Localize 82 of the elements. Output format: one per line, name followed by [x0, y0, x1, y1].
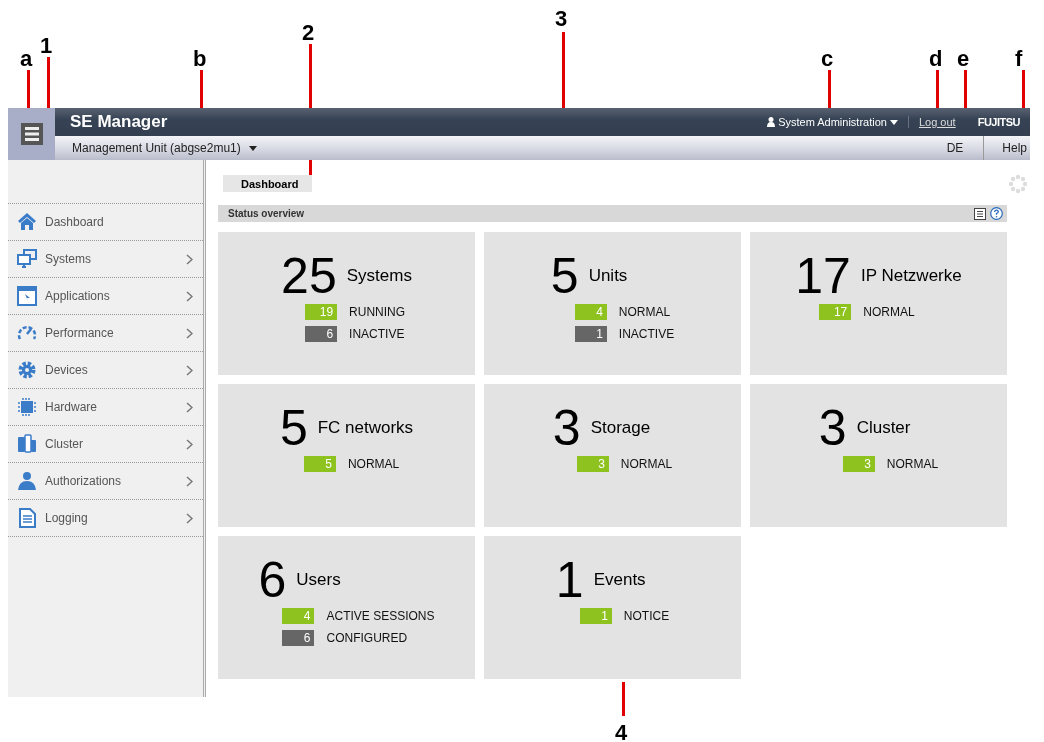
callout-label: 2	[302, 20, 315, 46]
menu-icon[interactable]	[20, 123, 43, 145]
status-label: ACTIVE SESSIONS	[326, 609, 435, 623]
leader-line	[622, 682, 625, 716]
app-title: SE Manager	[70, 112, 169, 132]
tile-title: Events	[593, 570, 646, 590]
window-icon	[16, 285, 38, 307]
status-count: 5	[303, 456, 336, 472]
status-label: NORMAL	[620, 457, 673, 471]
status-count: 3	[842, 456, 875, 472]
sidebar-item[interactable]: Applications	[8, 277, 203, 314]
tile-title: Cluster	[856, 418, 911, 438]
status-count: 1	[574, 326, 607, 342]
sidebar-item[interactable]: Hardware	[8, 388, 203, 425]
status-label: RUNNING	[349, 305, 406, 319]
tile-title: Systems	[346, 266, 412, 286]
sidebar-item[interactable]: Devices	[8, 351, 203, 388]
help-button[interactable]: Help	[984, 136, 1030, 160]
chip-icon	[16, 396, 38, 418]
tile-title: IP Netzwerke	[860, 266, 962, 286]
sidebar-item[interactable]: Logging	[8, 499, 203, 537]
tile-count: 5	[550, 254, 579, 298]
status-label: NORMAL	[618, 305, 671, 319]
tile-count: 3	[552, 406, 581, 450]
breadcrumb-tab[interactable]: Dashboard	[223, 175, 313, 192]
status-count: 3	[576, 456, 609, 472]
tile-count: 25	[281, 254, 337, 298]
tile-count: 1	[555, 558, 584, 602]
status-count: 17	[819, 304, 852, 320]
status-label: NOTICE	[623, 609, 670, 623]
status-count: 19	[305, 304, 338, 320]
tile-count: 5	[279, 406, 308, 450]
status-label: NORMAL	[863, 305, 915, 319]
brand-logo: FUJITSU	[977, 116, 1020, 128]
person-icon	[16, 470, 38, 492]
tile-title: Users	[296, 570, 341, 590]
logout-link[interactable]: Log out	[918, 116, 956, 128]
status-count: 4	[574, 304, 607, 320]
callout-label: 4	[615, 720, 628, 742]
sidebar-item[interactable]: Performance	[8, 314, 203, 351]
tile-count: 17	[795, 254, 851, 298]
sidebar-item[interactable]: Dashboard	[8, 203, 203, 240]
spinner-icon	[1008, 174, 1028, 194]
tile-count: 6	[258, 558, 287, 602]
callout-label: a	[20, 46, 33, 72]
callout-label: 1	[40, 33, 53, 59]
tile-title: FC networks	[317, 418, 414, 438]
callout-label: f	[1015, 46, 1023, 72]
home-icon	[16, 211, 38, 233]
caret-icon	[889, 119, 898, 125]
status-label: NORMAL	[347, 457, 400, 471]
status-label: INACTIVE	[618, 327, 675, 341]
user-menu[interactable]: System Administration	[767, 116, 909, 128]
callout-label: c	[821, 46, 834, 72]
unit-selector[interactable]: Management Unit (abgse2mu1)	[72, 141, 241, 155]
status-count: 1	[579, 608, 612, 624]
status-count: 6	[282, 630, 315, 646]
status-label: CONFIGURED	[326, 631, 408, 645]
gear-icon	[16, 359, 38, 381]
sidebar-item[interactable]: Authorizations	[8, 462, 203, 499]
tile-title: Units	[588, 266, 628, 286]
monitors-icon	[16, 248, 38, 270]
callout-label: e	[957, 46, 970, 72]
language-button[interactable]: DE	[926, 136, 985, 160]
document-icon	[16, 507, 38, 529]
caret-icon[interactable]	[248, 145, 257, 151]
list-icon[interactable]	[974, 207, 986, 220]
callout-label: b	[193, 46, 207, 72]
tile-count: 3	[818, 406, 847, 450]
server-icon	[16, 433, 38, 455]
status-label: INACTIVE	[349, 327, 405, 341]
callout-label: d	[929, 46, 943, 72]
tile-title: Storage	[590, 418, 651, 438]
person-icon	[767, 117, 776, 127]
sidebar-item[interactable]: Systems	[8, 240, 203, 277]
sidebar-item[interactable]: Cluster	[8, 425, 203, 462]
status-label: NORMAL	[886, 457, 939, 471]
help-icon[interactable]	[990, 207, 1003, 220]
status-count: 6	[305, 326, 338, 342]
callout-label: 3	[555, 6, 568, 32]
panel-title: Status overview	[228, 208, 306, 219]
status-count: 4	[282, 608, 315, 624]
